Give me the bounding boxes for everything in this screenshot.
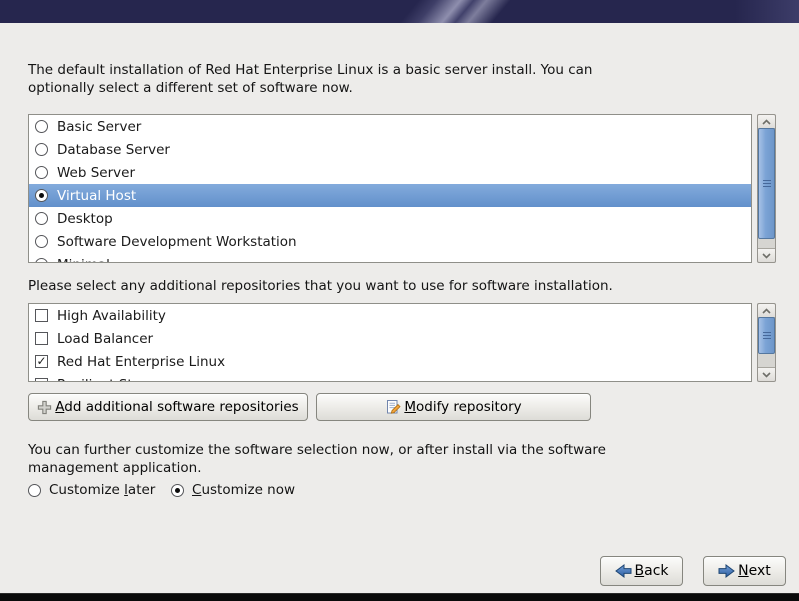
list-item-label: Load Balancer <box>57 331 153 347</box>
scrollbar-thumb[interactable] <box>758 128 775 239</box>
customize-later-radio[interactable]: Customize later <box>28 482 155 498</box>
intro-text: The default installation of Red Hat Ente… <box>28 61 648 97</box>
radio-icon[interactable] <box>35 235 48 248</box>
back-button[interactable]: Back <box>600 556 683 586</box>
checkbox-icon[interactable] <box>35 378 48 382</box>
list-item-label: Software Development Workstation <box>57 234 297 250</box>
title-banner <box>0 0 799 23</box>
list-item[interactable]: Database Server <box>29 138 751 161</box>
list-item-label: Web Server <box>57 165 135 181</box>
list-item[interactable]: Basic Server <box>29 115 751 138</box>
button-label: Next <box>738 563 771 579</box>
repos-label: Please select any additional repositorie… <box>28 277 768 295</box>
next-button[interactable]: Next <box>703 556 786 586</box>
scroll-up-button[interactable] <box>758 115 775 129</box>
checkbox-icon[interactable] <box>35 309 48 322</box>
list-item[interactable]: Web Server <box>29 161 751 184</box>
customize-line: You can further customize the software s… <box>28 441 648 459</box>
banner-streak <box>735 0 799 23</box>
list-item[interactable]: Minimal <box>29 253 751 263</box>
scrollbar-grip-icon <box>763 180 771 187</box>
repository-list[interactable]: High Availability Load Balancer Red Hat En… <box>28 303 752 382</box>
banner-streak <box>394 0 523 23</box>
list-item-label: Database Server <box>57 142 170 158</box>
chevron-up-icon <box>762 119 771 125</box>
chevron-down-icon <box>762 253 771 259</box>
arrow-right-icon <box>718 564 735 578</box>
software-selection-list[interactable]: Basic Server Database Server Web Server Vir… <box>28 114 752 263</box>
scrollbar-grip-icon <box>763 332 771 339</box>
list-item[interactable]: Load Balancer <box>29 327 751 350</box>
checkbox-icon[interactable] <box>35 332 48 345</box>
modify-repository-button[interactable]: Modify repository <box>316 393 591 421</box>
repo-list-scrollbar[interactable] <box>757 303 776 382</box>
customize-now-radio[interactable]: Customize now <box>171 482 295 498</box>
intro-line: The default installation of Red Hat Ente… <box>28 61 648 79</box>
radio-icon[interactable] <box>171 484 184 497</box>
customize-line: management application. <box>28 459 648 477</box>
scroll-down-button[interactable] <box>758 367 775 381</box>
checkbox-icon[interactable] <box>35 355 48 368</box>
intro-line: optionally select a different set of sof… <box>28 79 648 97</box>
button-label: Back <box>635 563 669 579</box>
list-item-label: High Availability <box>57 308 166 324</box>
radio-icon[interactable] <box>35 120 48 133</box>
radio-label: Customize later <box>49 482 155 498</box>
bottom-bar <box>0 593 799 601</box>
scrollbar-thumb[interactable] <box>758 317 775 354</box>
radio-icon[interactable] <box>35 166 48 179</box>
list-item-label: Basic Server <box>57 119 141 135</box>
list-item[interactable]: Resilient Storage <box>29 373 751 382</box>
button-label: Add additional software repositories <box>55 399 298 415</box>
list-item-label: Red Hat Enterprise Linux <box>57 354 225 370</box>
button-label: Modify repository <box>404 399 521 415</box>
installer-window: The default installation of Red Hat Ente… <box>0 0 799 601</box>
software-list-scrollbar[interactable] <box>757 114 776 263</box>
radio-icon[interactable] <box>35 189 48 202</box>
list-item-label: Desktop <box>57 211 113 227</box>
radio-icon[interactable] <box>35 258 48 263</box>
radio-icon[interactable] <box>35 143 48 156</box>
list-item[interactable]: Red Hat Enterprise Linux <box>29 350 751 373</box>
chevron-up-icon <box>762 308 771 314</box>
list-item[interactable]: Software Development Workstation <box>29 230 751 253</box>
list-item[interactable]: Virtual Host <box>29 184 751 207</box>
plus-icon <box>37 400 52 415</box>
customize-text: You can further customize the software s… <box>28 441 648 477</box>
scroll-up-button[interactable] <box>758 304 775 318</box>
radio-icon[interactable] <box>35 212 48 225</box>
radio-icon[interactable] <box>28 484 41 497</box>
list-item[interactable]: High Availability <box>29 304 751 327</box>
list-item-label: Virtual Host <box>57 188 136 204</box>
arrow-left-icon <box>615 564 632 578</box>
chevron-down-icon <box>762 372 771 378</box>
edit-document-icon <box>385 399 401 415</box>
list-item-label: Resilient Storage <box>57 377 172 383</box>
list-item[interactable]: Desktop <box>29 207 751 230</box>
scroll-down-button[interactable] <box>758 248 775 262</box>
add-repositories-button[interactable]: Add additional software repositories <box>28 393 308 421</box>
radio-label: Customize now <box>192 482 295 498</box>
list-item-label: Minimal <box>57 257 110 264</box>
